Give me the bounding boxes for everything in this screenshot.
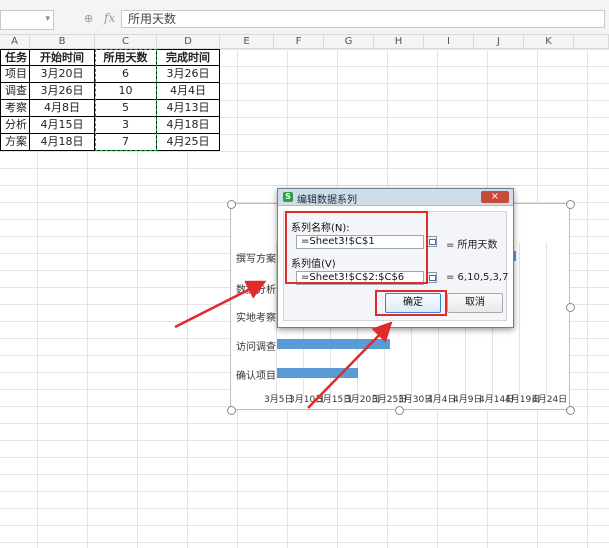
resize-handle[interactable] — [395, 406, 404, 415]
col-header-d[interactable]: D — [157, 35, 220, 49]
chart-x-tick: 4月24日 — [532, 395, 568, 405]
formula-bar: ▾ ⊕ fx 所用天数 — [0, 0, 609, 35]
table-cell[interactable]: 5 — [95, 100, 157, 117]
series-values-input[interactable]: =Sheet3!$C$2:$C$6 — [296, 271, 424, 285]
resize-handle[interactable] — [566, 406, 575, 415]
series-name-input[interactable]: =Sheet3!$C$1 — [296, 235, 424, 249]
chart-category-label: 访问调查 — [236, 342, 276, 353]
zoom-icon[interactable]: ⊕ — [84, 12, 93, 25]
table-cell[interactable]: 4月15日 — [30, 117, 95, 134]
series-name-label: 系列名称(N): — [291, 223, 350, 234]
table-cell[interactable]: 考察 — [0, 100, 30, 117]
table-cell[interactable]: 3月26日 — [30, 83, 95, 100]
col-header-b[interactable]: B — [30, 35, 95, 49]
col-header-g[interactable]: G — [324, 35, 374, 49]
chart-category-label: 撰写方案 — [236, 254, 276, 265]
table-cell[interactable]: 10 — [95, 83, 157, 100]
table-cell[interactable]: 3 — [95, 117, 157, 134]
col-header-a[interactable]: A — [0, 35, 30, 49]
col-header-blank — [574, 35, 609, 49]
wps-app-icon: S — [283, 192, 293, 202]
series-values-preview: = 6,10,5,3,7 — [446, 272, 509, 283]
col-header-f[interactable]: F — [274, 35, 324, 49]
dialog-titlebar[interactable]: S 编辑数据系列 × — [278, 189, 513, 206]
col-header-c[interactable]: C — [95, 35, 157, 49]
formula-input[interactable]: 所用天数 — [121, 10, 605, 28]
series-name-preview: = 所用天数 — [446, 240, 498, 251]
table-cell[interactable]: 项目 — [0, 66, 30, 83]
table-cell[interactable]: 4月13日 — [157, 100, 220, 117]
chart-gridline — [519, 242, 520, 396]
table-cell[interactable]: 6 — [95, 66, 157, 83]
chevron-down-icon[interactable]: ▾ — [45, 14, 50, 24]
resize-handle[interactable] — [566, 303, 575, 312]
chart-gridline — [546, 242, 547, 396]
chart-category-label: 数据分析 — [236, 285, 276, 296]
col-header-j[interactable]: J — [474, 35, 524, 49]
table-cell[interactable]: 3月26日 — [157, 66, 220, 83]
header-cell-start[interactable]: 开始时间 — [30, 49, 95, 66]
dialog-body: 系列名称(N): =Sheet3!$C$1 = 所用天数 系列值(V) =She… — [283, 211, 509, 321]
table-cell[interactable]: 4月8日 — [30, 100, 95, 117]
chart-category-label: 确认项目 — [236, 371, 276, 382]
header-cell-end[interactable]: 完成时间 — [157, 49, 220, 66]
col-header-e[interactable]: E — [220, 35, 274, 49]
ok-button[interactable]: 确定 — [385, 293, 441, 313]
chart-bar[interactable] — [277, 339, 390, 349]
resize-handle[interactable] — [227, 200, 236, 209]
range-select-icon[interactable] — [426, 236, 437, 247]
header-cell-task[interactable]: 任务 — [0, 49, 30, 66]
table-cell[interactable]: 4月4日 — [157, 83, 220, 100]
table-cell[interactable]: 4月18日 — [157, 117, 220, 134]
dialog-title: 编辑数据系列 — [297, 195, 357, 206]
table-cell[interactable]: 7 — [95, 134, 157, 151]
table-cell[interactable]: 3月20日 — [30, 66, 95, 83]
table-cell[interactable]: 分析 — [0, 117, 30, 134]
resize-handle[interactable] — [227, 406, 236, 415]
table-cell[interactable]: 方案 — [0, 134, 30, 151]
name-box[interactable]: ▾ — [0, 10, 54, 30]
header-cell-days[interactable]: 所用天数 — [95, 49, 157, 66]
col-header-k[interactable]: K — [524, 35, 574, 49]
col-header-i[interactable]: I — [424, 35, 474, 49]
chart-category-label: 实地考察 — [236, 313, 276, 324]
table-cell[interactable]: 4月18日 — [30, 134, 95, 151]
chart-bar[interactable] — [277, 368, 358, 378]
close-button[interactable]: × — [481, 191, 509, 203]
cancel-button[interactable]: 取消 — [447, 293, 503, 313]
table-cell[interactable]: 调查 — [0, 83, 30, 100]
fx-icon[interactable]: fx — [104, 11, 115, 25]
resize-handle[interactable] — [566, 200, 575, 209]
edit-series-dialog: S 编辑数据系列 × 系列名称(N): =Sheet3!$C$1 = 所用天数 … — [277, 188, 514, 328]
range-select-icon[interactable] — [426, 272, 437, 283]
table-cell[interactable]: 4月25日 — [157, 134, 220, 151]
col-header-h[interactable]: H — [374, 35, 424, 49]
series-values-label: 系列值(V) — [291, 259, 336, 270]
